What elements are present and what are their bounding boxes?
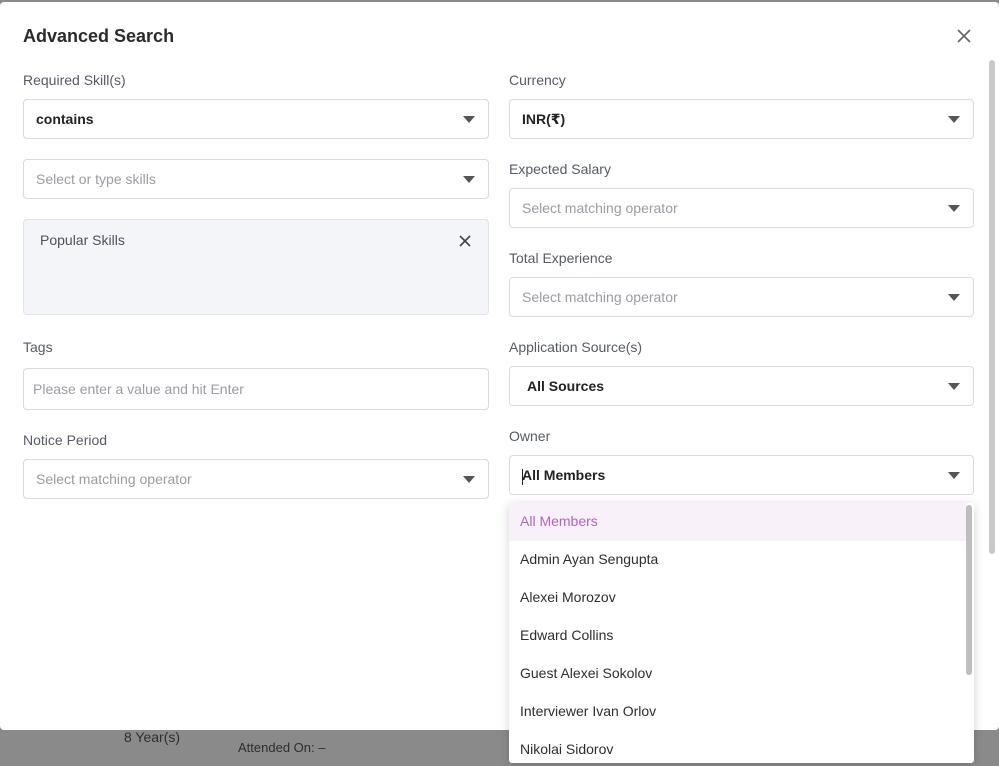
- notice-period-placeholder: Select matching operator: [36, 471, 192, 487]
- skills-placeholder: Select or type skills: [36, 171, 156, 187]
- expected-salary-placeholder: Select matching operator: [522, 200, 678, 216]
- dropdown-scrollbar[interactable]: [966, 505, 972, 675]
- application-source-select[interactable]: All Sources: [509, 366, 974, 406]
- application-source-value: All Sources: [527, 378, 605, 394]
- text-cursor: [522, 469, 523, 485]
- chevron-down-icon: [948, 205, 960, 212]
- popular-skills-panel: Popular Skills: [23, 219, 489, 315]
- tags-input[interactable]: Please enter a value and hit Enter: [23, 368, 489, 410]
- expected-salary-label: Expected Salary: [509, 161, 611, 177]
- expected-salary-select[interactable]: Select matching operator: [509, 188, 974, 228]
- modal-scrollbar[interactable]: [989, 60, 995, 554]
- required-skills-label: Required Skill(s): [23, 72, 126, 88]
- chevron-down-icon: [463, 116, 475, 123]
- chevron-down-icon: [948, 383, 960, 390]
- currency-select[interactable]: INR(₹): [509, 99, 974, 139]
- application-source-label: Application Source(s): [509, 339, 643, 355]
- owner-label: Owner: [509, 428, 551, 444]
- notice-period-select[interactable]: Select matching operator: [23, 459, 489, 499]
- skills-select[interactable]: Select or type skills: [23, 159, 489, 199]
- chevron-down-icon: [948, 116, 960, 123]
- total-experience-select[interactable]: Select matching operator: [509, 277, 974, 317]
- skill-operator-value: contains: [36, 111, 94, 127]
- notice-period-label: Notice Period: [23, 432, 108, 448]
- chevron-down-icon: [948, 294, 960, 301]
- currency-value: INR(₹): [522, 111, 566, 127]
- currency-label: Currency: [509, 72, 566, 88]
- chevron-down-icon: [463, 476, 475, 483]
- owner-option[interactable]: Guest Alexei Sokolov: [509, 655, 967, 693]
- tags-placeholder: Please enter a value and hit Enter: [33, 381, 244, 397]
- modal-title: Advanced Search: [23, 26, 175, 46]
- chevron-down-icon: [948, 472, 960, 479]
- tags-label: Tags: [23, 339, 53, 355]
- owner-select[interactable]: All Members: [509, 455, 974, 495]
- owner-option[interactable]: Interviewer Ivan Orlov: [509, 693, 967, 731]
- popular-skills-title: Popular Skills: [40, 232, 125, 248]
- chevron-down-icon: [463, 176, 475, 183]
- owner-option[interactable]: Admin Ayan Sengupta: [509, 541, 967, 579]
- total-experience-placeholder: Select matching operator: [522, 289, 678, 305]
- owner-option-all-members[interactable]: All Members: [509, 503, 967, 541]
- owner-value: All Members: [522, 467, 606, 483]
- close-icon[interactable]: [954, 26, 974, 46]
- owner-dropdown-list: All Members Admin Ayan Sengupta Alexei M…: [509, 503, 974, 763]
- background-attended-text: Attended On: –: [238, 740, 326, 755]
- owner-option[interactable]: Alexei Morozov: [509, 579, 967, 617]
- owner-option[interactable]: Nikolai Sidorov: [509, 731, 967, 763]
- skill-operator-select[interactable]: contains: [23, 99, 489, 139]
- background-experience-text: 8 Year(s): [124, 729, 181, 745]
- owner-option[interactable]: Edward Collins: [509, 617, 967, 655]
- total-experience-label: Total Experience: [509, 250, 613, 266]
- close-icon[interactable]: [458, 234, 472, 248]
